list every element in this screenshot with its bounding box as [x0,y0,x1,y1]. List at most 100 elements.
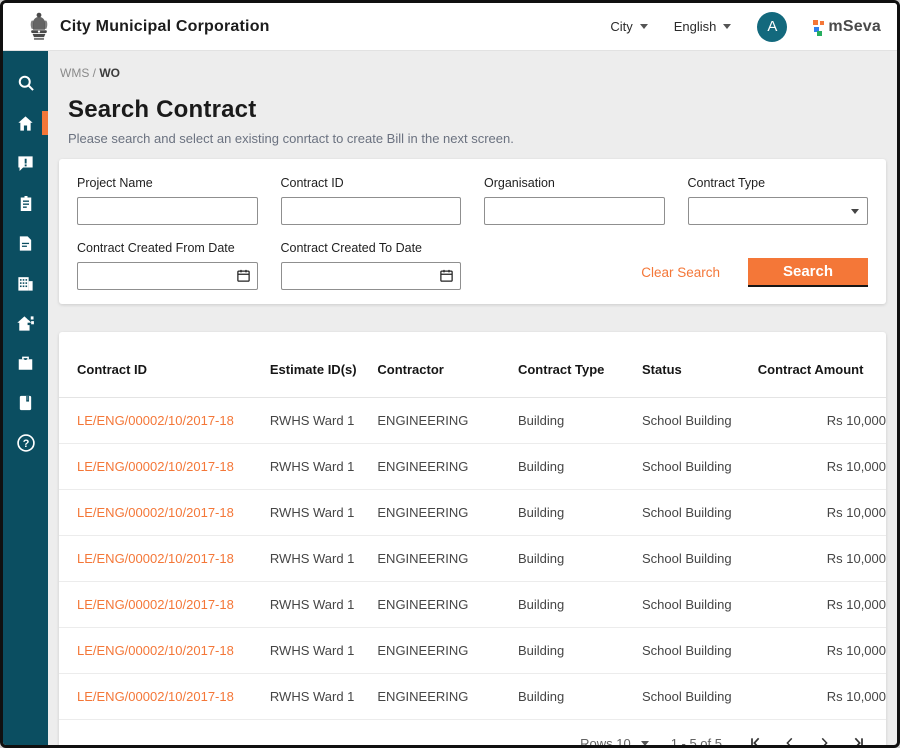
contract-id-link[interactable]: LE/ENG/00002/10/2017-18 [77,413,234,428]
table-header-row: Contract ID Estimate ID(s) Contractor Co… [59,340,886,398]
from-date-input[interactable] [77,262,258,290]
pagination-range: 1 - 5 of 5 [671,736,722,746]
from-date-label: Contract Created From Date [77,241,258,255]
sidebar-item-checklist[interactable] [3,183,48,223]
svg-text:?: ? [22,438,29,450]
cell-contractor: ENGINEERING [377,628,518,674]
table-row: LE/ENG/00002/10/2017-18RWHS Ward 1ENGINE… [59,536,886,582]
contract-type-select[interactable] [688,197,869,225]
cell-contract_type: Building [518,444,642,490]
calendar-icon[interactable] [236,268,251,283]
contract-id-input[interactable] [281,197,462,225]
contract-id-link[interactable]: LE/ENG/00002/10/2017-18 [77,551,234,566]
chevron-down-icon [641,741,649,746]
field-organisation: Organisation [484,176,665,225]
organisation-label: Organisation [484,176,665,190]
chevron-left-icon [783,736,797,745]
sidebar: ? [3,51,48,745]
cell-contract_type: Building [518,398,642,444]
breadcrumb-separator: / [93,66,96,80]
sidebar-item-briefcase[interactable] [3,343,48,383]
city-dropdown-label: City [610,19,632,34]
first-page-button[interactable] [744,731,768,745]
contract-id-link[interactable]: LE/ENG/00002/10/2017-18 [77,597,234,612]
results-card: Contract ID Estimate ID(s) Contractor Co… [59,332,886,745]
cell-contract_id: LE/ENG/00002/10/2017-18 [59,628,270,674]
cell-contract_id: LE/ENG/00002/10/2017-18 [59,582,270,628]
cell-status: School Building [642,674,758,720]
app-title: City Municipal Corporation [60,18,270,36]
cell-contractor: ENGINEERING [377,582,518,628]
calendar-icon[interactable] [439,268,454,283]
cell-contractor: ENGINEERING [377,536,518,582]
cell-contract_type: Building [518,536,642,582]
sidebar-item-building[interactable] [3,263,48,303]
cell-estimate_ids: RWHS Ward 1 [270,398,378,444]
contract-id-link[interactable]: LE/ENG/00002/10/2017-18 [77,689,234,704]
cell-estimate_ids: RWHS Ward 1 [270,444,378,490]
field-contract-type: Contract Type [688,176,869,225]
cell-status: School Building [642,490,758,536]
to-date-input[interactable] [281,262,462,290]
search-button[interactable]: Search [748,258,868,287]
last-page-button[interactable] [846,731,870,745]
last-page-icon [850,735,866,745]
clear-search-button[interactable]: Clear Search [641,265,720,280]
help-icon: ? [16,433,36,453]
sidebar-item-help[interactable]: ? [3,423,48,463]
pagination-bar: Rows 10 1 - 5 of 5 [59,720,886,745]
sidebar-item-home[interactable] [3,103,48,143]
column-header-contract-amount: Contract Amount [758,340,886,398]
table-row: LE/ENG/00002/10/2017-18RWHS Ward 1ENGINE… [59,628,886,674]
cell-amount: Rs 10,000 [758,674,886,720]
cell-contractor: ENGINEERING [377,398,518,444]
cell-contract_type: Building [518,490,642,536]
cell-contractor: ENGINEERING [377,674,518,720]
cell-amount: Rs 10,000 [758,490,886,536]
sidebar-item-documents[interactable] [3,223,48,263]
cell-estimate_ids: RWHS Ward 1 [270,674,378,720]
breadcrumb: WMS / WO [59,66,886,80]
sidebar-item-search[interactable] [3,63,48,103]
contracts-table-body: LE/ENG/00002/10/2017-18RWHS Ward 1ENGINE… [59,398,886,720]
table-row: LE/ENG/00002/10/2017-18 RWHS Ward 1ENGINE… [59,398,886,444]
cell-contract_type: Building [518,674,642,720]
chevron-down-icon [640,24,648,29]
breadcrumb-root[interactable]: WMS [60,66,89,80]
next-page-button[interactable] [812,731,836,745]
sidebar-item-book[interactable] [3,383,48,423]
sidebar-item-complaints[interactable] [3,143,48,183]
table-row: LE/ENG/00002/10/2017-18RWHS Ward 1ENGINE… [59,490,886,536]
feedback-icon [16,154,35,173]
to-date-label: Contract Created To Date [281,241,462,255]
cell-amount: Rs 10,000 [758,444,886,490]
previous-page-button[interactable] [778,731,802,745]
user-avatar[interactable]: A [757,12,787,42]
sidebar-item-property[interactable] [3,303,48,343]
contract-id-link[interactable]: LE/ENG/00002/10/2017-18 [77,459,234,474]
contract-id-link[interactable]: LE/ENG/00002/10/2017-18 [77,505,234,520]
search-icon [16,73,36,93]
column-header-estimate-ids: Estimate ID(s) [270,340,378,398]
rows-per-page-select[interactable]: Rows 10 [580,736,649,746]
table-row: LE/ENG/00002/10/2017-18 RWHS Ward 1ENGINE… [59,674,886,720]
home-icon [16,114,35,133]
briefcase-icon [16,354,35,372]
breadcrumb-current: WO [99,66,120,80]
first-page-icon [748,735,764,745]
cell-amount: Rs 10,000 [758,536,886,582]
cell-amount: Rs 10,000 [758,398,886,444]
city-dropdown[interactable]: City [610,19,647,34]
column-header-contractor: Contractor [377,340,518,398]
language-dropdown[interactable]: English [674,19,732,34]
column-header-contract-type: Contract Type [518,340,642,398]
organisation-input[interactable] [484,197,665,225]
document-icon [17,234,34,253]
cell-contract_type: Building [518,582,642,628]
field-to-date: Contract Created To Date [281,241,462,290]
contract-id-link[interactable]: LE/ENG/00002/10/2017-18 [77,643,234,658]
brand-name: mSeva [828,18,881,36]
cell-contract_type: Building [518,628,642,674]
project-name-input[interactable] [77,197,258,225]
table-row: LE/ENG/00002/10/2017-18RWHS Ward 1ENGINE… [59,582,886,628]
